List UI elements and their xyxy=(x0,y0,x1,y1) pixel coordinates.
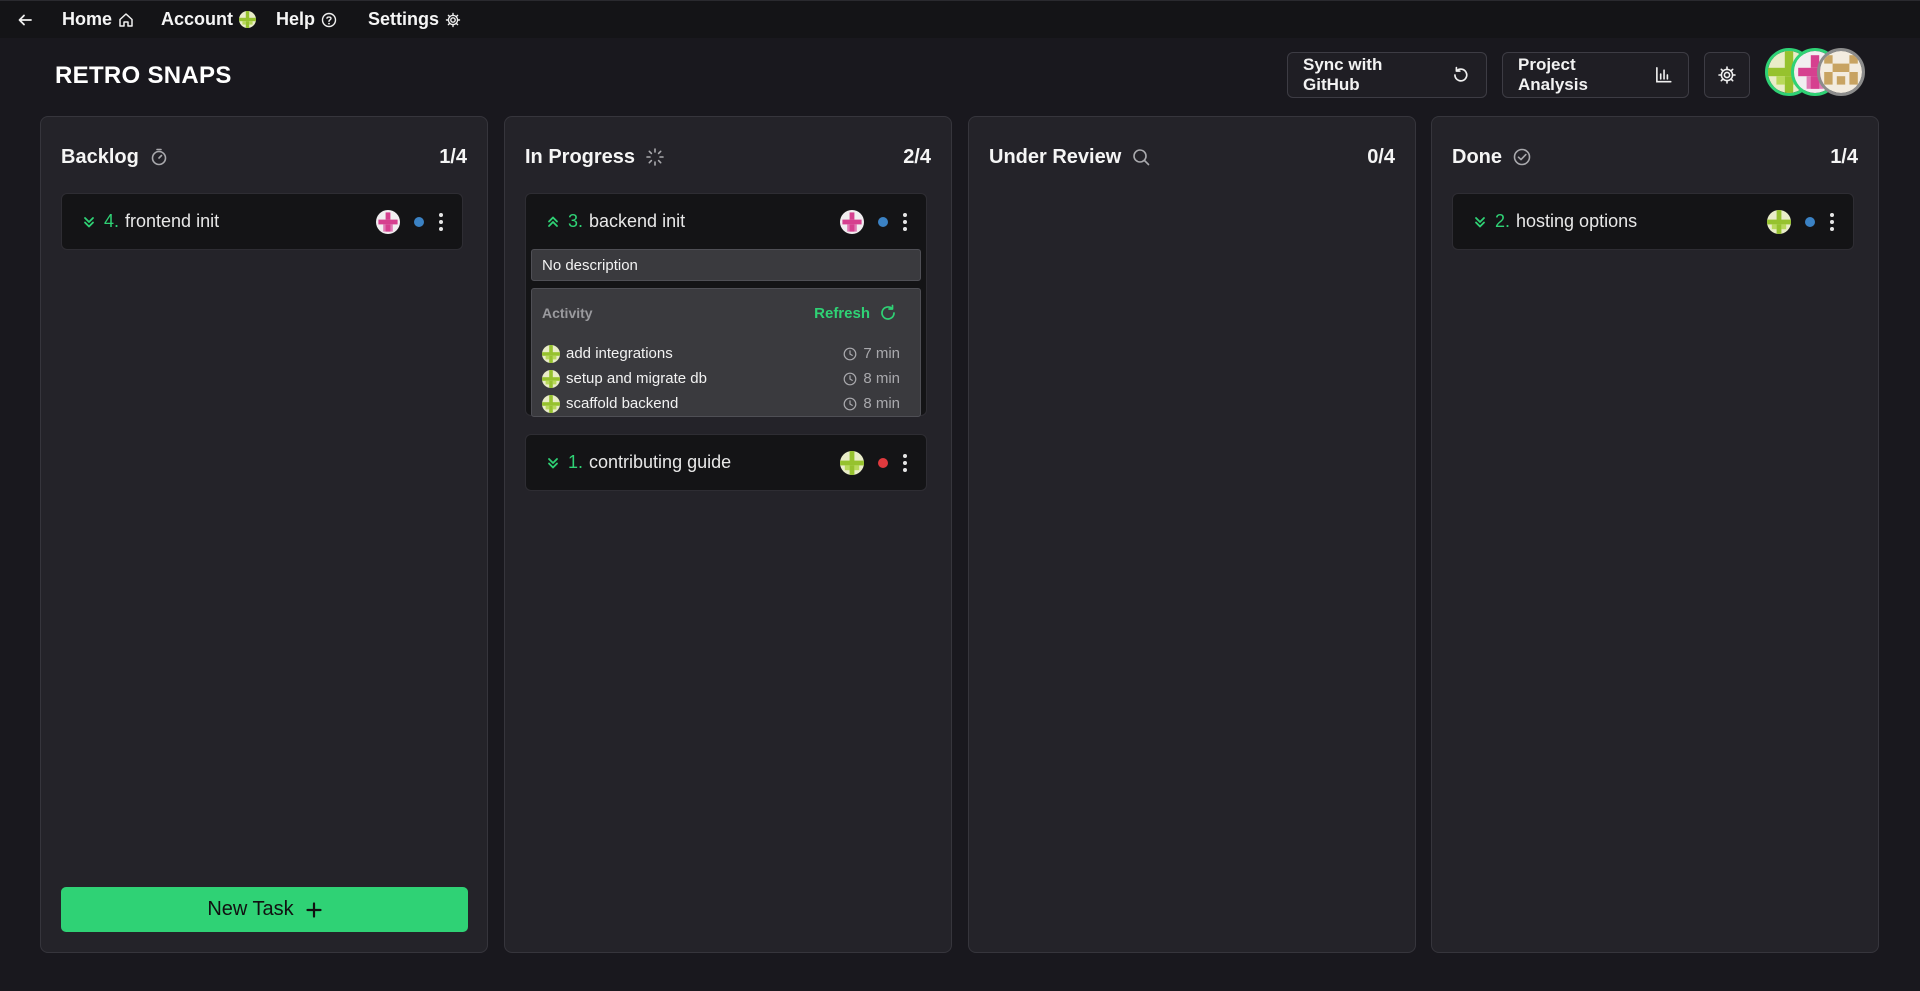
activity-item: add integrations 7 min xyxy=(542,341,900,366)
column-under-review: Under Review 0/4 xyxy=(968,116,1416,953)
project-analysis-label: Project Analysis xyxy=(1518,55,1588,94)
new-task-label: New Task xyxy=(207,898,294,920)
status-dot xyxy=(414,216,424,227)
column-title: Backlog xyxy=(61,145,139,168)
activity-text: scaffold backend xyxy=(566,395,679,412)
activity-time: 7 min xyxy=(863,345,900,362)
priority-low-icon xyxy=(1473,215,1487,229)
nav-settings-label: Settings xyxy=(368,9,440,29)
clock-icon xyxy=(843,372,857,386)
clock-icon xyxy=(843,347,857,361)
refresh-label: Refresh xyxy=(814,304,870,322)
column-in-progress: In Progress 2/4 3. backend init No descr… xyxy=(504,116,952,953)
task-card-expanded[interactable]: 3. backend init No description Activity … xyxy=(525,193,927,417)
status-dot xyxy=(878,216,888,227)
task-title: frontend init xyxy=(125,211,220,231)
column-count: 2/4 xyxy=(903,145,931,168)
project-title: RETRO SNAPS xyxy=(55,62,232,89)
activity-item: scaffold backend 8 min xyxy=(542,391,900,416)
member-avatar-gold[interactable] xyxy=(1817,48,1865,96)
nav-settings[interactable]: Settings xyxy=(368,9,461,30)
task-title: contributing guide xyxy=(589,452,732,472)
bar-chart-icon xyxy=(1655,67,1672,83)
nav-help[interactable]: Help xyxy=(276,9,337,30)
priority-low-icon xyxy=(546,456,560,470)
column-done: Done 1/4 2. hosting options xyxy=(1431,116,1879,953)
task-number: 2. xyxy=(1495,211,1511,231)
refresh-cw-icon xyxy=(881,304,895,320)
plus-icon xyxy=(306,901,322,918)
board-settings-button[interactable] xyxy=(1704,52,1750,98)
commit-author-avatar xyxy=(542,395,560,413)
search-icon xyxy=(1131,147,1151,167)
refresh-ccw-icon xyxy=(1454,66,1468,82)
assignee-avatar[interactable] xyxy=(376,210,400,234)
activity-text: add integrations xyxy=(566,345,673,362)
more-options-icon[interactable] xyxy=(1829,212,1835,231)
activity-item: setup and migrate db 8 min xyxy=(542,366,900,391)
more-options-icon[interactable] xyxy=(438,212,444,231)
column-count: 0/4 xyxy=(1367,145,1395,168)
more-options-icon[interactable] xyxy=(902,453,908,472)
column-backlog: Backlog 1/4 4. frontend init New Task xyxy=(40,116,488,953)
account-avatar-icon xyxy=(239,11,256,28)
column-title: In Progress xyxy=(525,145,636,168)
help-circle-icon xyxy=(321,12,337,27)
nav-help-label: Help xyxy=(276,9,316,29)
task-title: backend init xyxy=(589,211,686,231)
task-description[interactable]: No description xyxy=(531,249,921,281)
project-members[interactable] xyxy=(1765,48,1865,96)
check-circle-icon xyxy=(1512,147,1532,167)
priority-high-icon xyxy=(546,215,560,229)
column-count: 1/4 xyxy=(439,145,467,168)
sync-github-button[interactable]: Sync with GitHub xyxy=(1287,52,1487,98)
task-card[interactable]: 1. contributing guide xyxy=(525,434,927,491)
project-analysis-button[interactable]: Project Analysis xyxy=(1502,52,1689,98)
task-number: 1. xyxy=(568,452,584,472)
gear-icon xyxy=(445,12,461,27)
gear-icon xyxy=(1718,66,1736,84)
commit-author-avatar xyxy=(542,370,560,388)
priority-low-icon xyxy=(82,215,96,229)
clock-icon xyxy=(843,397,857,411)
status-dot xyxy=(1805,216,1815,227)
task-number: 3. xyxy=(568,211,584,231)
column-count: 1/4 xyxy=(1830,145,1858,168)
assignee-avatar[interactable] xyxy=(840,451,864,475)
refresh-button[interactable]: Refresh xyxy=(814,303,898,323)
loader-icon xyxy=(645,147,665,167)
timer-icon xyxy=(149,147,169,167)
activity-text: setup and migrate db xyxy=(566,370,707,387)
task-title: hosting options xyxy=(1516,211,1638,231)
sync-github-label: Sync with GitHub xyxy=(1303,55,1383,94)
new-task-button[interactable]: New Task xyxy=(61,887,468,932)
column-title: Under Review xyxy=(989,145,1122,168)
commit-author-avatar xyxy=(542,345,560,363)
assignee-avatar[interactable] xyxy=(840,210,864,234)
activity-time: 8 min xyxy=(863,370,900,387)
activity-panel: Activity Refresh add integrations 7 min … xyxy=(531,288,921,417)
assignee-avatar[interactable] xyxy=(1767,210,1791,234)
nav-home-label: Home xyxy=(62,9,113,29)
more-options-icon[interactable] xyxy=(902,212,908,231)
task-card[interactable]: 4. frontend init xyxy=(61,193,463,250)
status-dot xyxy=(878,457,888,468)
nav-home[interactable]: Home xyxy=(62,9,134,30)
top-nav: Home Account Help Settings xyxy=(0,0,1920,38)
activity-title: Activity xyxy=(542,305,593,321)
home-icon xyxy=(119,12,133,27)
nav-account[interactable]: Account xyxy=(161,9,256,30)
activity-time: 8 min xyxy=(863,395,900,412)
column-title: Done xyxy=(1452,145,1502,168)
nav-account-label: Account xyxy=(161,9,233,29)
back-arrow-icon[interactable] xyxy=(14,10,36,30)
task-number: 4. xyxy=(104,211,120,231)
task-card[interactable]: 2. hosting options xyxy=(1452,193,1854,250)
